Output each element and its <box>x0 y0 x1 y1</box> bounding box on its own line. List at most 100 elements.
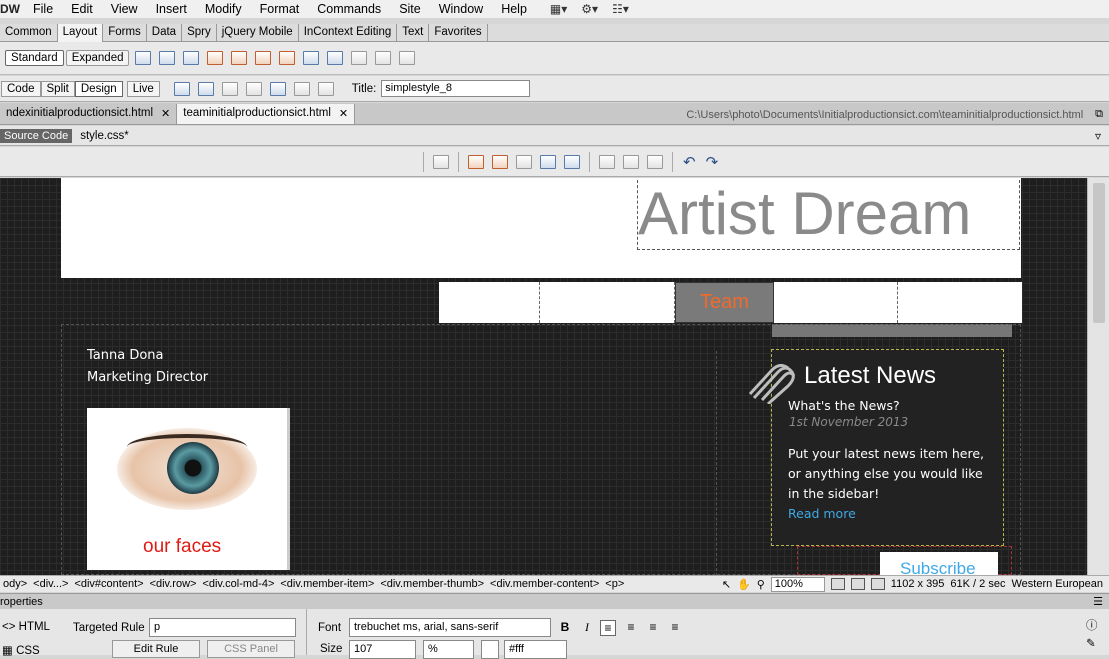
sidebar-body[interactable]: Put your latest news item here, or anyth… <box>788 444 998 504</box>
tag-selector-item[interactable]: <div.member-content> <box>487 578 602 590</box>
color-input[interactable]: #fff <box>504 640 567 659</box>
browse-bridge-icon[interactable] <box>492 154 508 169</box>
spry-collapsible-icon[interactable] <box>279 51 296 65</box>
related-file-stylecss[interactable]: style.css* <box>80 130 129 142</box>
validate-icon[interactable] <box>245 81 262 96</box>
menu-insert[interactable]: Insert <box>147 2 196 16</box>
restore-window-icon[interactable]: ⧉ <box>1095 108 1109 124</box>
menu-view[interactable]: View <box>102 2 147 16</box>
color-swatch[interactable] <box>481 640 499 659</box>
tab-layout[interactable]: Layout <box>57 24 104 42</box>
doc-tab-team[interactable]: teaminitialproductionsict.html ✕ <box>177 104 356 124</box>
quick-tag-edit-icon[interactable]: ✎ <box>1086 636 1096 650</box>
align-center-icon[interactable]: ≡ <box>623 620 639 636</box>
nav-bar[interactable]: Team <box>439 282 1022 323</box>
menu-site[interactable]: Site <box>390 2 430 16</box>
font-select[interactable]: trebuchet ms, arial, sans-serif <box>349 618 551 637</box>
tag-selector-item[interactable]: ody> <box>0 578 30 590</box>
tab-common[interactable]: Common <box>0 24 58 42</box>
split-view-button[interactable]: Split <box>40 80 75 97</box>
design-view-button[interactable]: Design <box>74 80 123 97</box>
sidebar-subtitle[interactable]: What's the News? <box>788 398 900 413</box>
layout-icon[interactable]: ▦▾ <box>550 2 567 16</box>
tag-selector-item[interactable]: <div.col-md-4> <box>199 578 277 590</box>
live-view-button[interactable]: Live <box>126 80 160 97</box>
menu-modify[interactable]: Modify <box>196 2 251 16</box>
menu-commands[interactable]: Commands <box>308 2 390 16</box>
mobile-size-icon[interactable] <box>830 578 845 590</box>
page-header[interactable]: Artist Dream <box>61 178 1021 278</box>
align-left-icon[interactable]: ≡ <box>600 620 616 636</box>
menu-format[interactable]: Format <box>251 2 309 16</box>
spry-menu-icon[interactable] <box>207 51 224 65</box>
zoom-tool-icon[interactable]: ⚲ <box>757 578 765 591</box>
new-css-rule-icon[interactable] <box>433 154 449 169</box>
tab-text[interactable]: Text <box>397 24 430 42</box>
gear-icon[interactable]: ⚙▾ <box>581 2 598 16</box>
multiscreen-icon[interactable] <box>173 81 190 96</box>
tag-selector-item[interactable]: <div.member-item> <box>277 578 377 590</box>
tag-selector-item[interactable]: <div.row> <box>147 578 200 590</box>
insert-div-icon[interactable] <box>135 51 152 65</box>
help-icon[interactable]: ⓘ <box>1086 617 1098 633</box>
targeted-rule-select[interactable]: p <box>149 618 296 637</box>
read-more-link[interactable]: Read more <box>788 506 856 521</box>
menu-file[interactable]: File <box>24 2 62 16</box>
file-management-icon[interactable] <box>221 81 238 96</box>
tag-selector-item[interactable]: <div.member-thumb> <box>377 578 487 590</box>
tab-favorites[interactable]: Favorites <box>429 24 488 42</box>
nav-item[interactable] <box>540 282 675 323</box>
tablet-size-icon[interactable] <box>850 578 865 590</box>
brand-container[interactable]: Artist Dream <box>637 180 1020 250</box>
spry-tabs-icon[interactable] <box>231 51 248 65</box>
unit-select[interactable]: % <box>423 640 474 659</box>
properties-panel-header[interactable]: roperties ☰ <box>0 593 1109 609</box>
sidebar-title[interactable]: Latest News <box>804 362 936 390</box>
filter-icon[interactable]: ▿ <box>1095 129 1109 143</box>
save-all-icon[interactable] <box>540 154 556 169</box>
tab-forms[interactable]: Forms <box>103 24 147 42</box>
tab-jquery-mobile[interactable]: jQuery Mobile <box>217 24 299 42</box>
member-name[interactable]: Tanna Dona <box>87 348 164 363</box>
insert-table-icon[interactable] <box>183 51 200 65</box>
design-view[interactable]: Artist Dream Team Tanna Dona Marketing D… <box>0 178 1109 575</box>
refresh-icon[interactable] <box>317 81 334 96</box>
insert-ap-div-icon[interactable] <box>159 51 176 65</box>
subscribe-button[interactable]: Subscribe <box>880 552 998 575</box>
nav-item[interactable] <box>774 282 898 323</box>
menu-help[interactable]: Help <box>492 2 536 16</box>
close-icon[interactable]: ✕ <box>339 107 348 121</box>
panel-menu-icon[interactable]: ☰ <box>1093 595 1109 608</box>
hand-tool-icon[interactable]: ✋ <box>737 578 751 591</box>
close-icon[interactable]: ✕ <box>161 107 170 121</box>
open-icon[interactable] <box>468 154 484 169</box>
preview-browser-icon[interactable] <box>197 81 214 96</box>
tag-selector-item[interactable]: <div...> <box>30 578 71 590</box>
split-cells-icon[interactable] <box>375 51 392 65</box>
tab-incontext-editing[interactable]: InContext Editing <box>299 24 398 42</box>
italic-button[interactable]: I <box>579 620 595 636</box>
title-input[interactable]: simplestyle_8 <box>381 80 531 97</box>
sitemap-icon[interactable]: ☷▾ <box>612 2 629 16</box>
spry-accordion-icon[interactable] <box>255 51 272 65</box>
scrollbar-thumb[interactable] <box>1093 183 1105 323</box>
sidebar-date[interactable]: 1st November 2013 <box>789 415 908 429</box>
source-code-button[interactable]: Source Code <box>0 128 73 143</box>
html-tab[interactable]: <> HTML <box>2 621 50 633</box>
member-thumbnail[interactable]: our faces <box>87 408 290 570</box>
select-tool-icon[interactable]: ↖ <box>722 578 731 591</box>
site-title[interactable]: Artist Dream <box>638 184 971 244</box>
cut-icon[interactable] <box>599 154 615 169</box>
tab-data[interactable]: Data <box>147 24 183 42</box>
nav-item[interactable] <box>439 282 540 323</box>
save-icon[interactable] <box>516 154 532 169</box>
edit-rule-button[interactable]: Edit Rule <box>112 640 200 658</box>
merge-cells-icon[interactable] <box>351 51 368 65</box>
paste-icon[interactable] <box>647 154 663 169</box>
code-view-button[interactable]: Code <box>1 80 41 97</box>
vertical-scrollbar[interactable] <box>1087 178 1109 575</box>
zoom-select[interactable]: 100% <box>770 576 825 592</box>
undo-icon[interactable]: ↶ <box>683 153 696 171</box>
bold-button[interactable]: B <box>557 620 573 636</box>
print-icon[interactable] <box>564 154 580 169</box>
